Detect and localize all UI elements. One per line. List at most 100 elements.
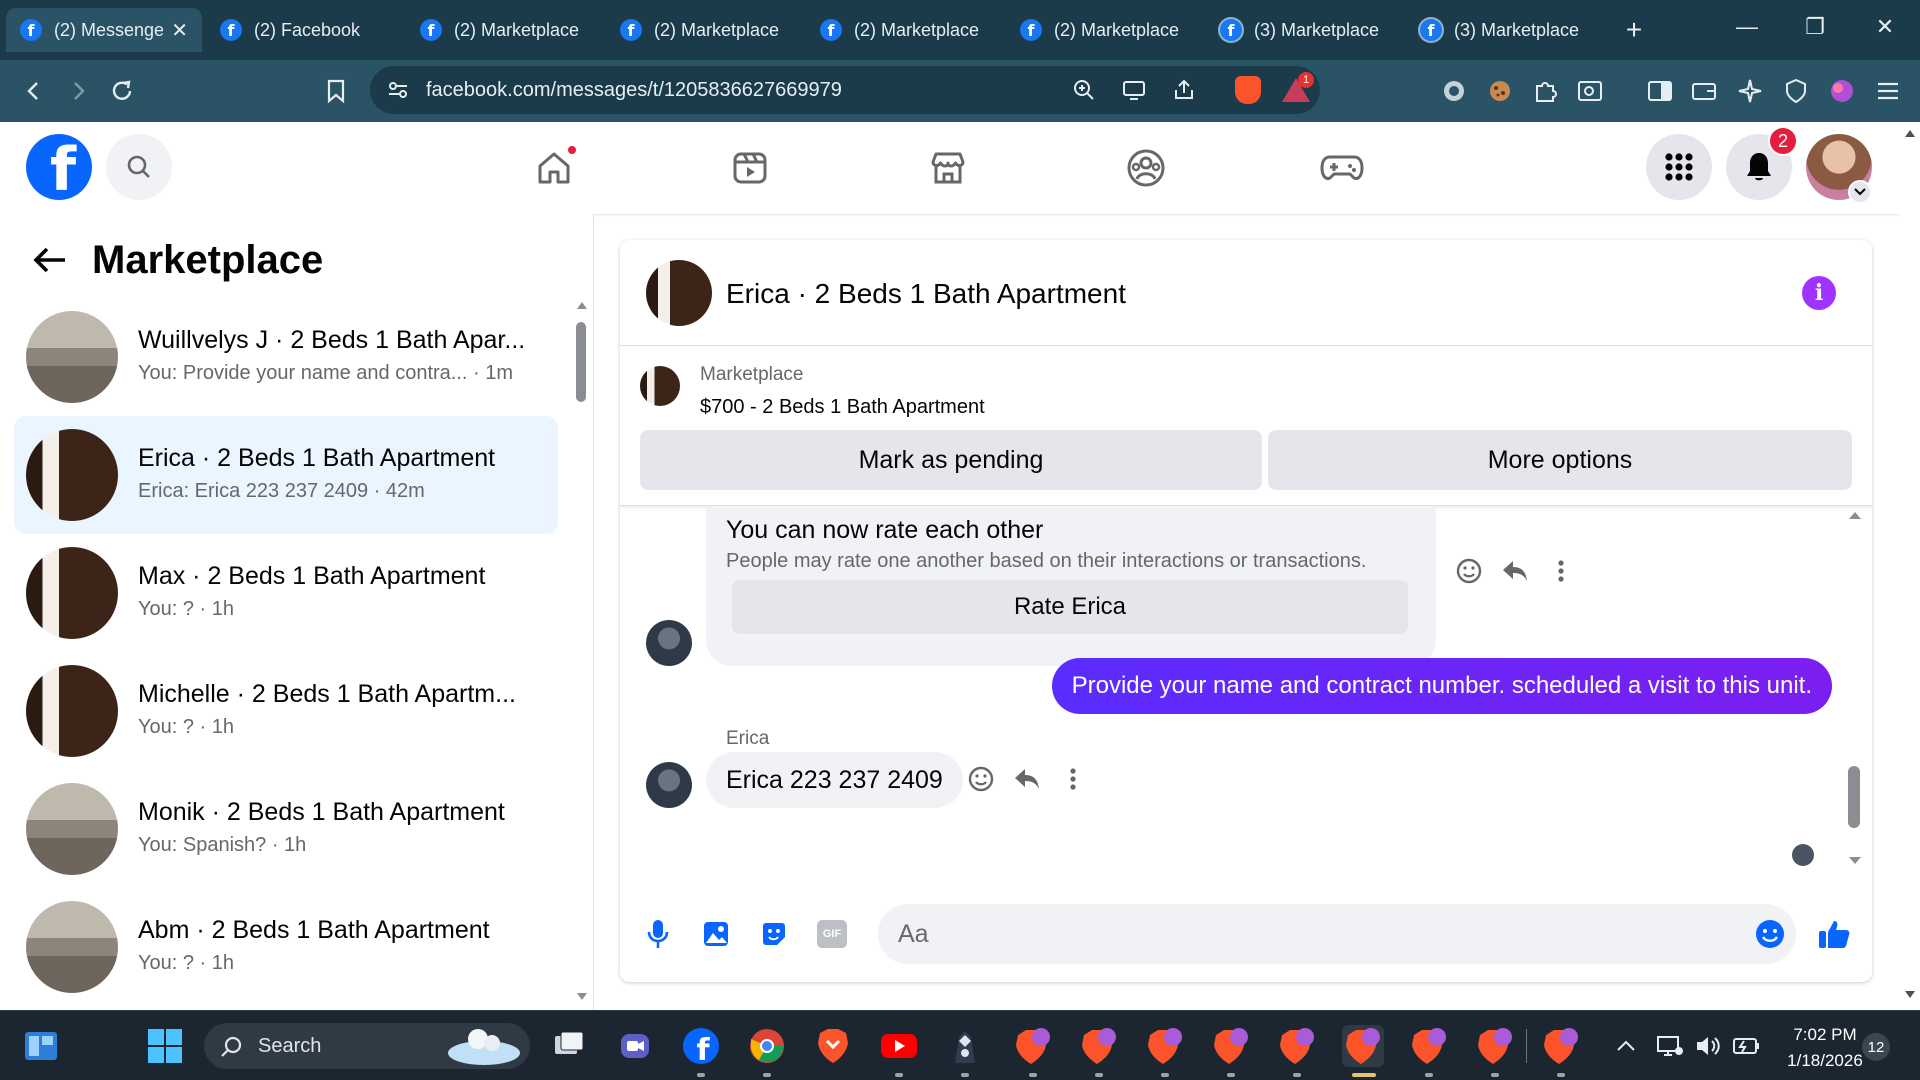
profile-orb-icon[interactable] bbox=[1824, 73, 1860, 109]
listing-thumbnail[interactable] bbox=[640, 366, 680, 406]
network-icon[interactable] bbox=[1656, 1033, 1684, 1065]
brave-window-icon[interactable] bbox=[1408, 1025, 1450, 1067]
photo-icon[interactable] bbox=[698, 916, 734, 952]
widgets-icon[interactable] bbox=[20, 1025, 62, 1067]
cast-icon[interactable] bbox=[1116, 72, 1152, 108]
conversation-list-scrollbar[interactable] bbox=[576, 322, 586, 402]
reload-icon[interactable] bbox=[104, 73, 140, 109]
brave-window-icon-active[interactable] bbox=[1342, 1025, 1384, 1067]
sticker-icon[interactable] bbox=[756, 916, 792, 952]
nav-marketplace[interactable] bbox=[920, 140, 976, 196]
message-thread-scrollbar[interactable] bbox=[1848, 766, 1860, 828]
scroll-down-arrow-icon[interactable] bbox=[576, 992, 588, 1002]
conversation-item[interactable]: Monik · 2 Beds 1 Bath Apartment You: Spa… bbox=[14, 770, 558, 888]
back-icon[interactable] bbox=[16, 73, 52, 109]
clock-date[interactable]: 1/18/2026 bbox=[1772, 1051, 1878, 1071]
nav-groups[interactable] bbox=[1118, 140, 1174, 196]
scroll-down-arrow-icon[interactable] bbox=[1848, 856, 1862, 866]
emoji-icon[interactable] bbox=[1752, 916, 1788, 952]
tab-marketplace-1[interactable]: f (2) Marketplace bbox=[406, 8, 602, 52]
chrome-icon[interactable] bbox=[746, 1025, 788, 1067]
cookie-icon[interactable] bbox=[1482, 73, 1518, 109]
vpn-shield-icon[interactable] bbox=[1778, 73, 1814, 109]
brave-window-icon[interactable] bbox=[1012, 1025, 1054, 1067]
close-window-button[interactable]: ✕ bbox=[1870, 14, 1900, 40]
close-tab-icon[interactable]: ✕ bbox=[171, 18, 188, 43]
react-emoji-icon[interactable] bbox=[966, 764, 996, 794]
scroll-up-arrow-icon[interactable] bbox=[1848, 510, 1862, 520]
sender-avatar[interactable] bbox=[646, 620, 692, 666]
nav-gaming[interactable] bbox=[1314, 140, 1370, 196]
brave-window-icon[interactable] bbox=[1474, 1025, 1516, 1067]
browser-menu-icon[interactable] bbox=[1870, 73, 1906, 109]
start-icon[interactable] bbox=[144, 1025, 186, 1067]
bookmark-icon[interactable] bbox=[318, 73, 354, 109]
tab-messenger[interactable]: f (2) Messenger ✕ bbox=[6, 8, 202, 52]
restore-button[interactable]: ❐ bbox=[1800, 14, 1830, 40]
taskbar-search[interactable]: Search bbox=[204, 1023, 530, 1069]
sidebar-icon[interactable] bbox=[1642, 73, 1678, 109]
outgoing-message-bubble[interactable]: Provide your name and contract number. s… bbox=[1051, 658, 1832, 714]
scroll-up-arrow-icon[interactable] bbox=[1904, 128, 1916, 138]
address-bar[interactable]: facebook.com/messages/t/1205836627669979… bbox=[370, 66, 1320, 114]
leo-ai-icon[interactable] bbox=[1732, 73, 1768, 109]
new-tab-button[interactable]: + bbox=[1614, 14, 1654, 46]
brave-window-icon[interactable] bbox=[1210, 1025, 1252, 1067]
page-scrollbar[interactable] bbox=[1900, 122, 1920, 1010]
share-icon[interactable] bbox=[1166, 72, 1202, 108]
app-character-icon[interactable] bbox=[944, 1025, 986, 1067]
info-icon[interactable]: i bbox=[1802, 276, 1836, 310]
brave-window-icon[interactable] bbox=[1540, 1025, 1582, 1067]
zoom-icon[interactable] bbox=[1066, 72, 1102, 108]
more-dots-icon[interactable] bbox=[1058, 764, 1088, 794]
site-settings-icon[interactable] bbox=[380, 72, 416, 108]
conversation-item-active[interactable]: Erica · 2 Beds 1 Bath Apartment Erica: E… bbox=[14, 416, 558, 534]
tab-marketplace-5[interactable]: f (3) Marketplace bbox=[1206, 8, 1402, 52]
extension-circle-icon[interactable] bbox=[1436, 73, 1472, 109]
youtube-icon[interactable] bbox=[878, 1025, 920, 1067]
notification-center-badge[interactable]: 12 bbox=[1862, 1033, 1890, 1061]
tab-marketplace-2[interactable]: f (2) Marketplace bbox=[606, 8, 802, 52]
conversation-item[interactable]: Wuillvelys J · 2 Beds 1 Bath Apar... You… bbox=[14, 298, 558, 416]
tray-overflow-chevron-icon[interactable] bbox=[1616, 1035, 1636, 1058]
tab-marketplace-4[interactable]: f (2) Marketplace bbox=[1006, 8, 1202, 52]
gif-icon[interactable]: GIF bbox=[814, 916, 850, 952]
chat-title[interactable]: Erica · 2 Beds 1 Bath Apartment bbox=[726, 278, 1126, 310]
battery-icon[interactable] bbox=[1732, 1033, 1762, 1065]
task-view-icon[interactable] bbox=[548, 1025, 590, 1067]
sender-avatar[interactable] bbox=[646, 762, 692, 808]
forward-icon[interactable] bbox=[60, 73, 96, 109]
conversation-item[interactable]: Michelle · 2 Beds 1 Bath Apartm... You: … bbox=[14, 652, 558, 770]
extensions-puzzle-icon[interactable] bbox=[1528, 73, 1564, 109]
teams-meet-icon[interactable] bbox=[614, 1025, 656, 1067]
nav-video[interactable] bbox=[722, 140, 778, 196]
conversation-item[interactable]: Abm · 2 Beds 1 Bath Apartment You: ? · 1… bbox=[14, 888, 558, 1006]
brave-shields-icon[interactable] bbox=[1230, 72, 1266, 108]
brave-window-icon[interactable] bbox=[1144, 1025, 1186, 1067]
facebook-app-icon[interactable]: f bbox=[680, 1025, 722, 1067]
nav-home[interactable] bbox=[526, 140, 582, 196]
brave-window-icon[interactable] bbox=[1276, 1025, 1318, 1067]
search-button[interactable] bbox=[106, 134, 172, 200]
brave-app-icon[interactable] bbox=[812, 1025, 854, 1067]
menu-button[interactable] bbox=[1646, 134, 1712, 200]
scroll-down-arrow-icon[interactable] bbox=[1904, 990, 1916, 1000]
minimize-button[interactable]: — bbox=[1732, 14, 1762, 40]
reply-icon[interactable] bbox=[1500, 556, 1530, 586]
mark-as-pending-button[interactable]: Mark as pending bbox=[640, 430, 1262, 490]
more-dots-icon[interactable] bbox=[1546, 556, 1576, 586]
reader-mode-icon[interactable] bbox=[1572, 73, 1608, 109]
message-input[interactable] bbox=[878, 904, 1796, 964]
back-button[interactable] bbox=[30, 240, 70, 280]
scroll-up-arrow-icon[interactable] bbox=[576, 300, 588, 310]
wallet-icon[interactable] bbox=[1686, 73, 1722, 109]
listing-title[interactable]: $700 - 2 Beds 1 Bath Apartment bbox=[700, 396, 985, 419]
incoming-message-bubble[interactable]: Erica 223 237 2409 bbox=[706, 752, 963, 808]
tab-marketplace-3[interactable]: f (2) Marketplace bbox=[806, 8, 1002, 52]
clock-time[interactable]: 7:02 PM bbox=[1780, 1025, 1870, 1045]
facebook-logo[interactable]: f bbox=[26, 134, 92, 200]
microphone-icon[interactable] bbox=[640, 916, 676, 952]
tab-marketplace-6[interactable]: f (3) Marketplace bbox=[1406, 8, 1602, 52]
tab-facebook[interactable]: f (2) Facebook bbox=[206, 8, 402, 52]
rate-erica-button[interactable]: Rate Erica bbox=[732, 580, 1408, 634]
